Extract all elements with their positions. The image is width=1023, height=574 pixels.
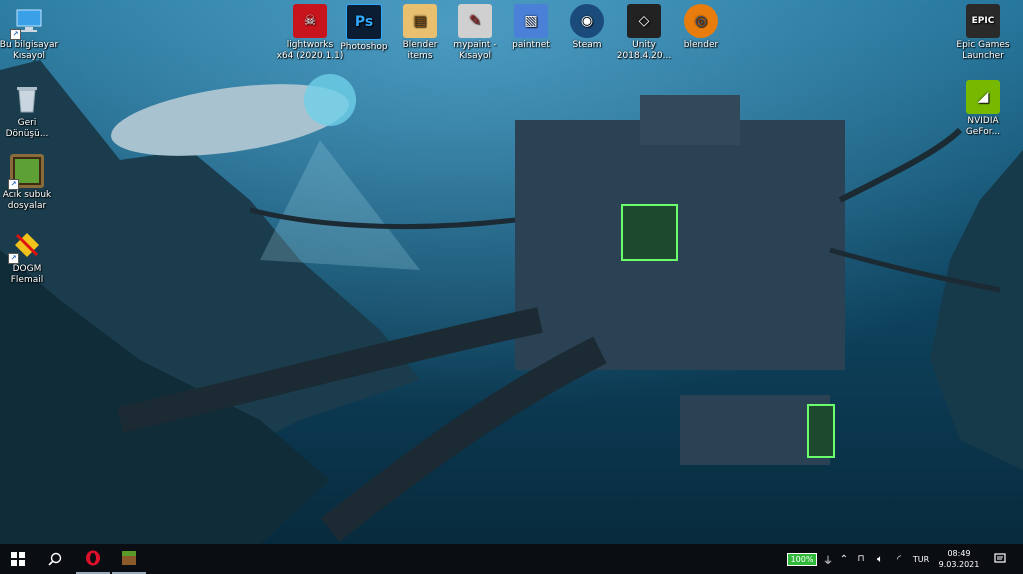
desktop-icon-label: GeFor... — [965, 127, 1001, 137]
notification-center-button[interactable] — [988, 544, 1012, 574]
blender-icon: ◎ — [684, 4, 718, 38]
wifi-icon[interactable]: ◜ — [893, 544, 905, 574]
search-button[interactable] — [38, 544, 72, 574]
desktop-icon-label: NVIDIA — [967, 116, 999, 126]
folder-icon: ▤ — [403, 4, 437, 38]
paintnet-icon: ▧ — [514, 4, 548, 38]
desktop-icon-label: Kısayol — [459, 51, 491, 61]
clock-date: 9.03.2021 — [938, 560, 980, 569]
chevron-up-icon[interactable]: ⌃ — [838, 544, 850, 574]
minecraft-folder-icon: ↗ — [8, 154, 44, 190]
taskbar-app-minecraft[interactable] — [112, 544, 146, 574]
desktop-icon-this-pc[interactable]: ↗ Bu bilgisayar Kısayol — [0, 4, 66, 62]
photoshop-icon: Ps — [346, 4, 382, 40]
search-icon — [48, 552, 62, 566]
desktop-icon-label: blender — [683, 40, 719, 50]
desktop-icon-label: Kısayol — [13, 51, 45, 61]
desktop-icon-nvidia[interactable]: ◢ NVIDIA GeFor... — [946, 80, 1020, 138]
desktop-icon-label: Epic Games — [956, 40, 1010, 50]
desktop-icon-label: Geri — [17, 118, 37, 128]
desktop-icon-label: Dönüşü... — [5, 129, 49, 139]
network-icon[interactable]: ⊓ — [855, 544, 867, 574]
desktop-wallpaper — [0, 0, 1023, 544]
battery-indicator[interactable]: 100% — [782, 544, 822, 574]
desktop-icon-folder[interactable]: ↗ Acık subuk dosyalar — [0, 154, 64, 212]
windows-icon — [11, 552, 25, 566]
taskbar: 100% ⏚ ⌃ ⊓ 🔈︎ ◜ TUR 08:49 9.03.2021 — [0, 544, 1023, 574]
clock-time: 08:49 — [947, 549, 971, 558]
lightworks-icon: ☠ — [293, 4, 327, 38]
unity-icon: ◇ — [627, 4, 661, 38]
nvidia-icon: ◢ — [966, 80, 1000, 114]
taskbar-app-opera[interactable] — [76, 544, 110, 574]
desktop-icon-label: DOGM — [12, 264, 42, 274]
minecraft-icon — [122, 551, 136, 565]
volume-icon[interactable]: 🔈︎ — [874, 544, 886, 574]
battery-percent: 100% — [786, 552, 818, 566]
desktop-icon-label: dosyalar — [7, 201, 47, 211]
desktop-icon-label: 2018.4.20... — [616, 51, 672, 61]
desktop-icon-dogm[interactable]: ↗ DOGM Flemail — [0, 228, 64, 286]
desktop-icon-label: Launcher — [962, 51, 1004, 61]
clock[interactable]: 08:49 9.03.2021 — [936, 544, 982, 574]
computer-icon: ↗ — [10, 4, 46, 40]
opera-icon — [86, 550, 100, 566]
recycle-bin-icon — [10, 82, 44, 116]
steam-icon: ◉ — [570, 4, 604, 38]
dogm-app-icon: ↗ — [8, 228, 44, 264]
language-indicator[interactable]: TUR — [910, 544, 932, 574]
power-plug-icon[interactable]: ⏚ — [822, 544, 834, 574]
desktop-icon-label: Acık subuk — [2, 190, 52, 200]
desktop-icon-blender[interactable]: ◎ blender — [664, 4, 738, 51]
desktop-icon-recycle-bin[interactable]: Geri Dönüşü... — [0, 82, 64, 140]
mypaint-icon: ✎ — [458, 4, 492, 38]
start-button[interactable] — [0, 544, 36, 574]
desktop-icon-label: Flemail — [10, 275, 44, 285]
notification-icon — [994, 553, 1006, 563]
epic-games-icon: EPIC — [966, 4, 1000, 38]
desktop-icon-epic-games[interactable]: EPIC Epic Games Launcher — [946, 4, 1020, 62]
desktop-icon-label: Bu bilgisayar — [0, 40, 59, 50]
